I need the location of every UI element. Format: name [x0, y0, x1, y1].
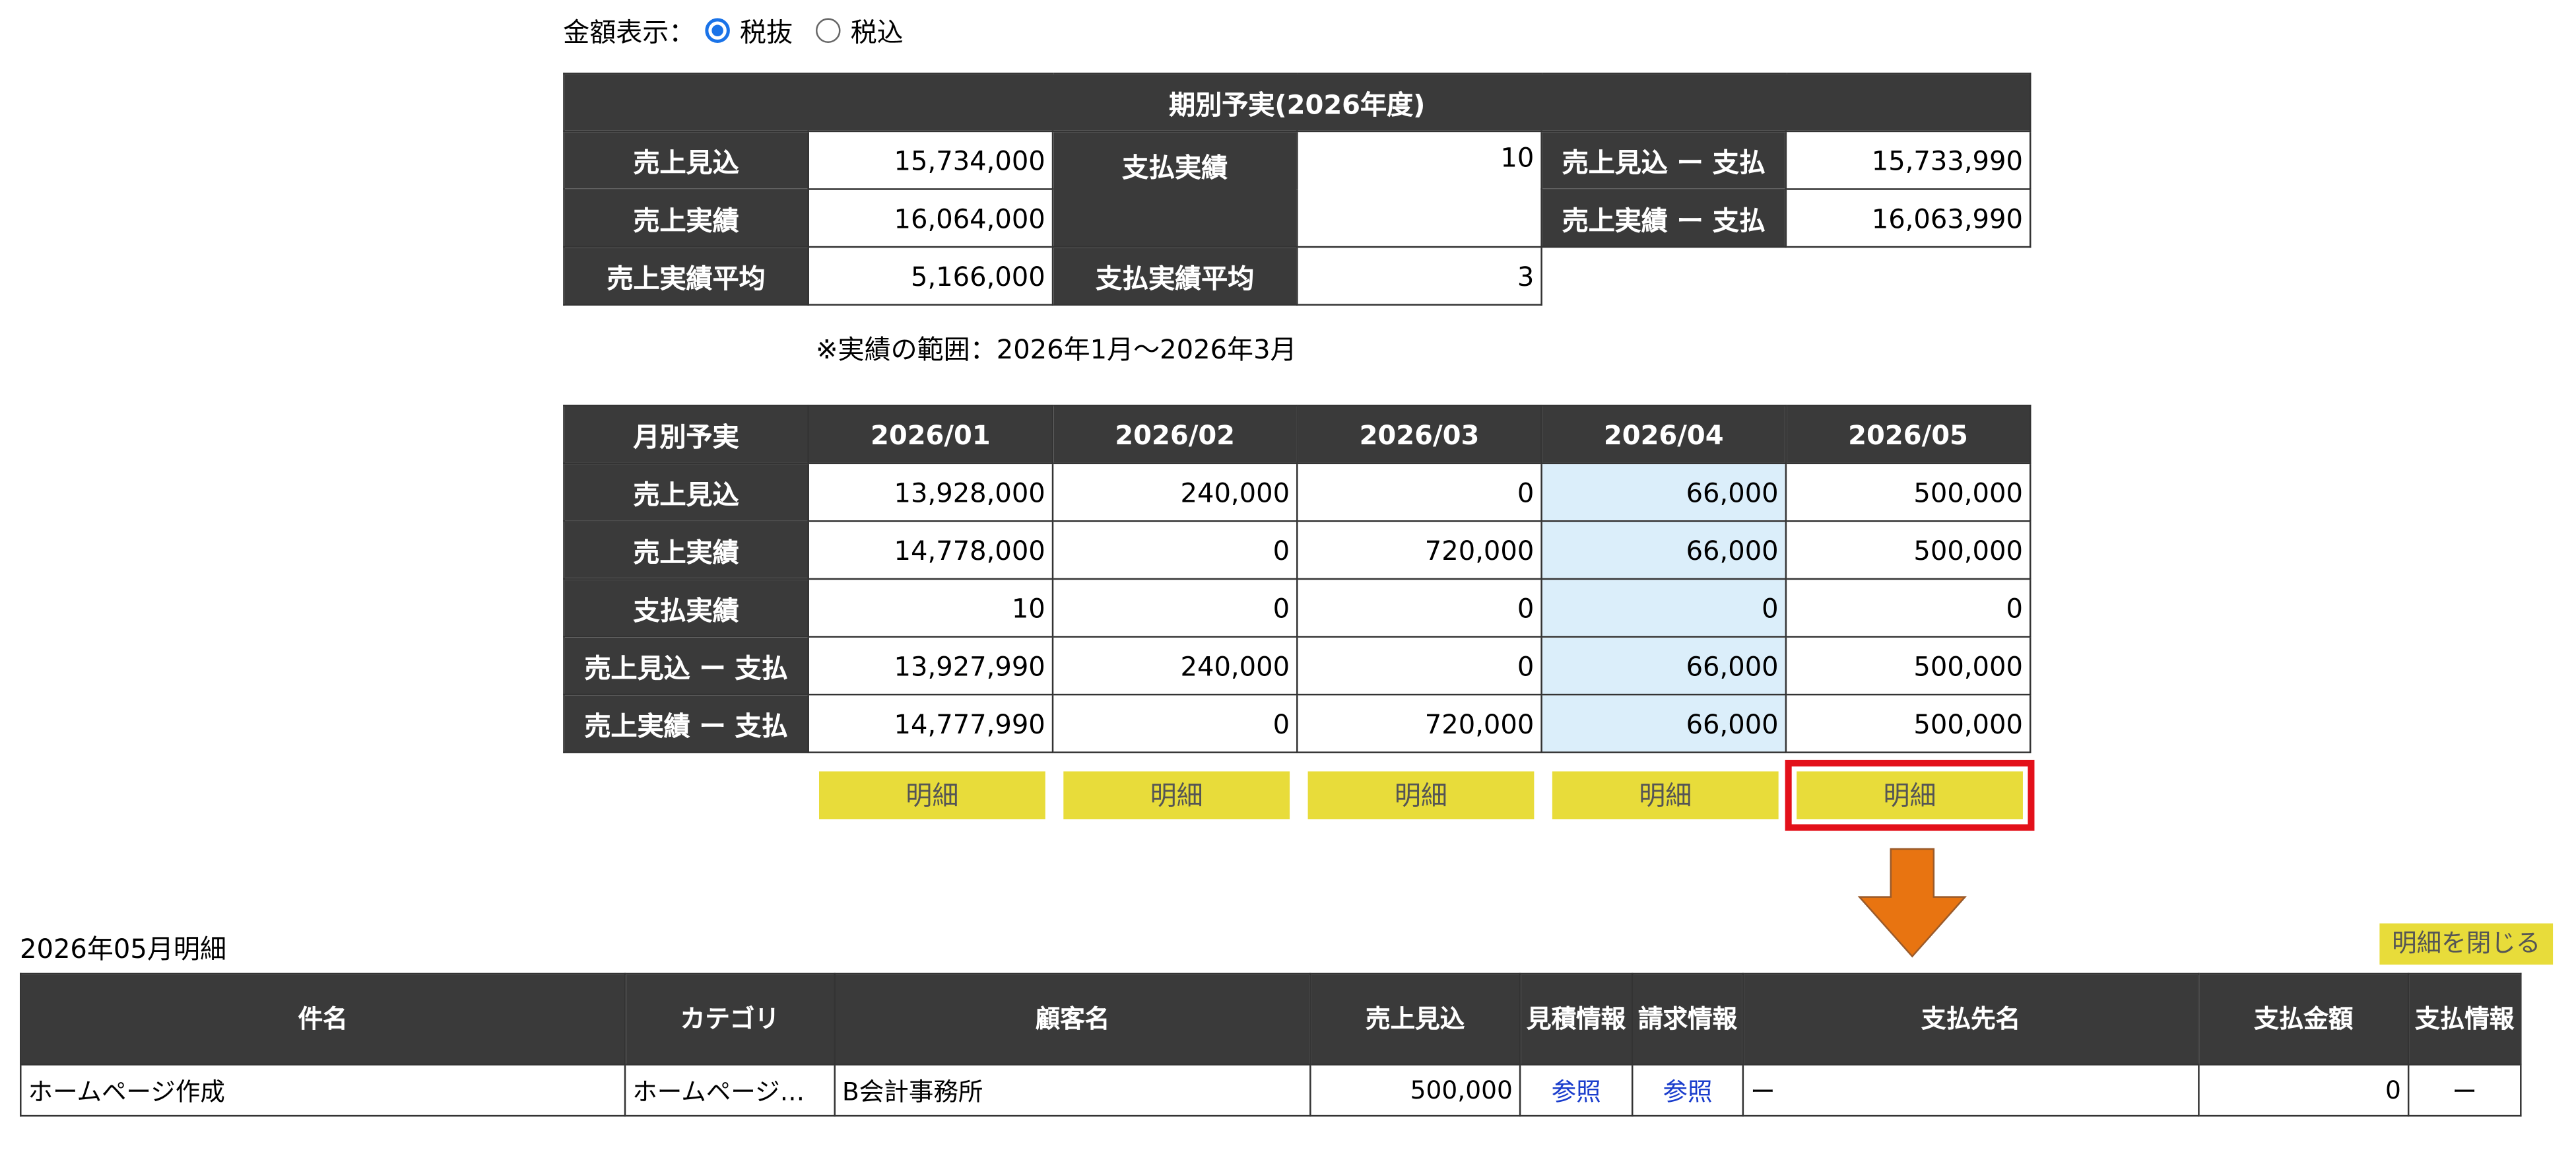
summary-label: 売上実績 ー 支払 [1540, 188, 1787, 248]
table-row: 売上実績 ー 支払 14,777,990 0 720,000 66,000 50… [563, 693, 2031, 753]
cell-value: 13,928,000 [807, 462, 1054, 522]
cell-value: 0 [1296, 462, 1542, 522]
cell-value: 0 [1296, 578, 1542, 638]
cell-value: 240,000 [1051, 462, 1298, 522]
row-label: 支払実績 [563, 578, 809, 638]
col-header-payment: 支払金額 [2198, 972, 2410, 1066]
summary-label: 支払実績平均 [1051, 246, 1298, 306]
monthly-corner: 月別予実 [563, 404, 809, 465]
col-header-payinfo: 支払情報 [2407, 972, 2522, 1066]
row-label: 売上実績 ー 支払 [563, 693, 809, 753]
close-detail-button[interactable]: 明細を閉じる [2379, 923, 2554, 965]
cell-forecast: 500,000 [1309, 1064, 1521, 1117]
summary-label: 売上見込 ー 支払 [1540, 130, 1787, 190]
tax-display-selector: 金額表示： 税抜 税込 [563, 10, 904, 50]
table-row: 売上実績 14,778,000 0 720,000 66,000 500,000 [563, 520, 2031, 580]
cell-value: 66,000 [1540, 636, 1787, 696]
cell-value: 10 [807, 578, 1054, 638]
cell-value: 500,000 [1785, 636, 2031, 696]
cell-payment: 0 [2198, 1064, 2410, 1117]
summary-value: 15,734,000 [807, 130, 1054, 190]
invoice-link[interactable]: 参照 [1631, 1064, 1744, 1117]
detail-button-2026-01[interactable]: 明細 [818, 771, 1045, 819]
radio-tax-excluded-label: 税抜 [739, 17, 793, 48]
detail-table: 件名 カテゴリ 顧客名 売上見込 見積情報 請求情報 支払先名 支払金額 支払情… [20, 972, 2522, 1117]
period-summary-title: 期別予実(2026年度) [563, 73, 2031, 133]
detail-button-2026-02[interactable]: 明細 [1063, 771, 1290, 819]
cell-value: 0 [1540, 578, 1787, 638]
col-header-quote: 見積情報 [1519, 972, 1634, 1066]
col-header-invoice: 請求情報 [1631, 972, 1744, 1066]
cell-value: 66,000 [1540, 462, 1787, 522]
cell-value: 0 [1051, 520, 1298, 580]
cell-payinfo: ー [2407, 1064, 2522, 1117]
row-label: 売上見込 [563, 462, 809, 522]
cell-value: 0 [1051, 693, 1298, 753]
table-row: 売上見込 ー 支払 13,927,990 240,000 0 66,000 50… [563, 636, 2031, 696]
actuals-range-note: ※実績の範囲：2026年1月〜2026年3月 [815, 333, 1297, 365]
cell-payee: ー [1742, 1064, 2200, 1117]
table-row: ホームページ作成 ホームページ… B会計事務所 500,000 参照 参照 ー … [20, 1064, 2522, 1117]
cell-subject: ホームページ作成 [20, 1064, 626, 1117]
month-header: 2026/02 [1051, 404, 1298, 465]
tax-display-label: 金額表示： [563, 17, 696, 48]
summary-label: 売上実績平均 [563, 246, 809, 306]
detail-button-2026-03[interactable]: 明細 [1307, 771, 1535, 819]
row-label: 売上見込 ー 支払 [563, 636, 809, 696]
summary-label: 売上見込 [563, 130, 809, 190]
col-header-payee: 支払先名 [1742, 972, 2200, 1066]
row-label: 売上実績 [563, 520, 809, 580]
cell-customer: B会計事務所 [834, 1064, 1311, 1117]
cell-value: 14,778,000 [807, 520, 1054, 580]
down-arrow-icon [1857, 848, 1967, 958]
month-header: 2026/03 [1296, 404, 1542, 465]
table-row: 支払実績 10 0 0 0 0 [563, 578, 2031, 638]
cell-value: 500,000 [1785, 520, 2031, 580]
cell-value: 0 [1785, 578, 2031, 638]
summary-value: 15,733,990 [1785, 130, 2031, 190]
monthly-table: 月別予実 2026/01 2026/02 2026/03 2026/04 202… [563, 404, 2031, 753]
summary-label: 支払実績 [1051, 130, 1298, 248]
month-header: 2026/05 [1785, 404, 2031, 465]
cell-value: 0 [1051, 578, 1298, 638]
detail-button-2026-05[interactable]: 明細 [1785, 759, 2035, 831]
summary-value: 16,064,000 [807, 188, 1054, 248]
col-header-category: カテゴリ [624, 972, 836, 1066]
radio-tax-included-label: 税込 [850, 17, 904, 48]
radio-tax-excluded[interactable] [705, 17, 730, 42]
month-header: 2026/04 [1540, 404, 1787, 465]
cell-value: 66,000 [1540, 520, 1787, 580]
cell-category: ホームページ… [624, 1064, 836, 1117]
cell-value: 14,777,990 [807, 693, 1054, 753]
table-row: 売上見込 13,928,000 240,000 0 66,000 500,000 [563, 462, 2031, 522]
col-header-subject: 件名 [20, 972, 626, 1066]
summary-label: 売上実績 [563, 188, 809, 248]
detail-title: 2026年05月明細 [20, 933, 227, 965]
cell-value: 0 [1296, 636, 1542, 696]
cell-value: 720,000 [1296, 520, 1542, 580]
summary-value: 3 [1296, 246, 1542, 306]
radio-tax-included[interactable] [816, 17, 841, 42]
summary-value: 10 [1296, 130, 1542, 248]
detail-button-2026-04[interactable]: 明細 [1552, 771, 1779, 819]
period-summary-table: 期別予実(2026年度) 売上見込 15,734,000 支払実績 10 売上見… [563, 73, 2031, 306]
summary-empty [1542, 247, 2031, 305]
summary-value: 5,166,000 [807, 246, 1054, 306]
cell-value: 500,000 [1785, 693, 2031, 753]
cell-value: 66,000 [1540, 693, 1787, 753]
col-header-customer: 顧客名 [834, 972, 1311, 1066]
cell-value: 240,000 [1051, 636, 1298, 696]
cell-value: 13,927,990 [807, 636, 1054, 696]
cell-value: 500,000 [1785, 462, 2031, 522]
month-header: 2026/01 [807, 404, 1054, 465]
summary-value: 16,063,990 [1785, 188, 2031, 248]
quote-link[interactable]: 参照 [1519, 1064, 1634, 1117]
col-header-forecast: 売上見込 [1309, 972, 1521, 1066]
cell-value: 720,000 [1296, 693, 1542, 753]
